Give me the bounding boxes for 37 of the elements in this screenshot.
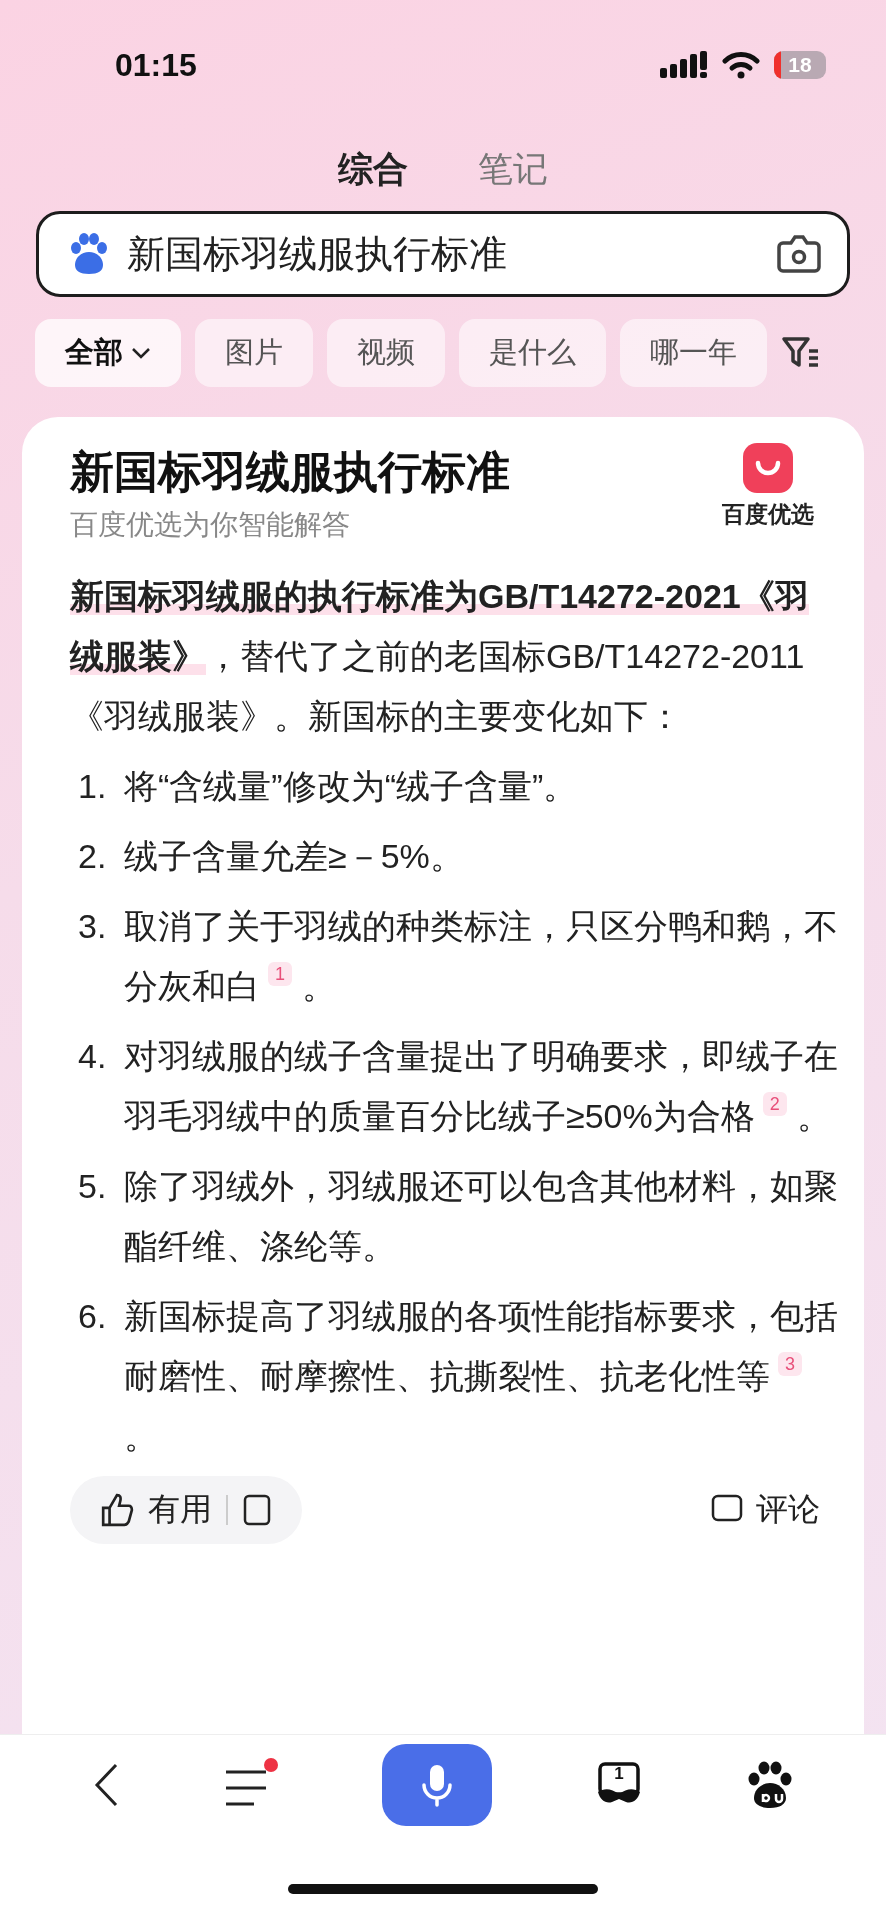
filter-chip[interactable]: 全部	[35, 319, 181, 387]
search-field[interactable]: 新国标羽绒服执行标准	[125, 231, 777, 277]
list-item-text: 取消了关于羽绒的种类标注，只区分鸭和鹅，不分灰和白$^{1}$。	[124, 906, 838, 1008]
thumbs-up-icon	[100, 1493, 134, 1528]
filter-chip[interactable]: 是什么	[459, 319, 606, 387]
list-number: 1.	[78, 766, 108, 808]
back-icon[interactable]	[92, 1762, 120, 1808]
useful-button[interactable]: 有用	[70, 1476, 302, 1545]
chevron-down-icon	[131, 347, 151, 359]
list-number: 6.	[78, 1296, 108, 1338]
brand-name: 百度优选	[722, 500, 814, 529]
list-number: 2.	[78, 836, 108, 878]
status-time: 01:15	[115, 46, 197, 84]
list-number: 3.	[78, 906, 108, 948]
answer-subtitle: 百度优选为你智能解答	[70, 508, 351, 543]
search-bar[interactable]: 新国标羽绒服执行标准	[36, 211, 850, 297]
list-item-text: 绒子含量允差≥－5%。	[124, 836, 465, 878]
filter-chip[interactable]: 视频	[327, 319, 445, 387]
list-item-text: 新国标提高了羽绒服的各项性能指标要求，包括耐磨性、耐摩擦性、抗撕裂性、抗老化性等$^{3}$。	[124, 1296, 838, 1458]
list-number: 4.	[78, 1036, 108, 1078]
answer-title: 新国标羽绒服执行标准	[70, 446, 510, 498]
microphone-icon	[421, 1763, 453, 1807]
filter-chip[interactable]: 哪一年	[620, 319, 767, 387]
camera-icon[interactable]	[777, 234, 821, 274]
wifi-icon	[722, 51, 760, 79]
tab[interactable]: 综合	[338, 146, 408, 193]
battery-icon: 18	[774, 51, 826, 79]
filter-chip[interactable]: 图片	[195, 319, 313, 387]
list-item-text: 将“含绒量”修改为“绒子含量”。	[124, 766, 579, 808]
paw-icon[interactable]	[746, 1761, 794, 1809]
comment-button[interactable]: 评论	[704, 1487, 826, 1534]
signal-icon	[660, 51, 708, 79]
smile-logo-icon	[743, 443, 793, 493]
list-number: 5.	[78, 1166, 108, 1208]
list-item-text: 除了羽绒外，羽绒服还可以包含其他材料，如聚酯纤维、涤纶等。	[124, 1166, 838, 1268]
list-item-text: 对羽绒服的绒子含量提出了明确要求，即绒子在羽毛羽绒中的质量百分比绒子≥50%为合格$^{2}$。	[124, 1036, 838, 1138]
voice-button[interactable]	[382, 1744, 492, 1826]
